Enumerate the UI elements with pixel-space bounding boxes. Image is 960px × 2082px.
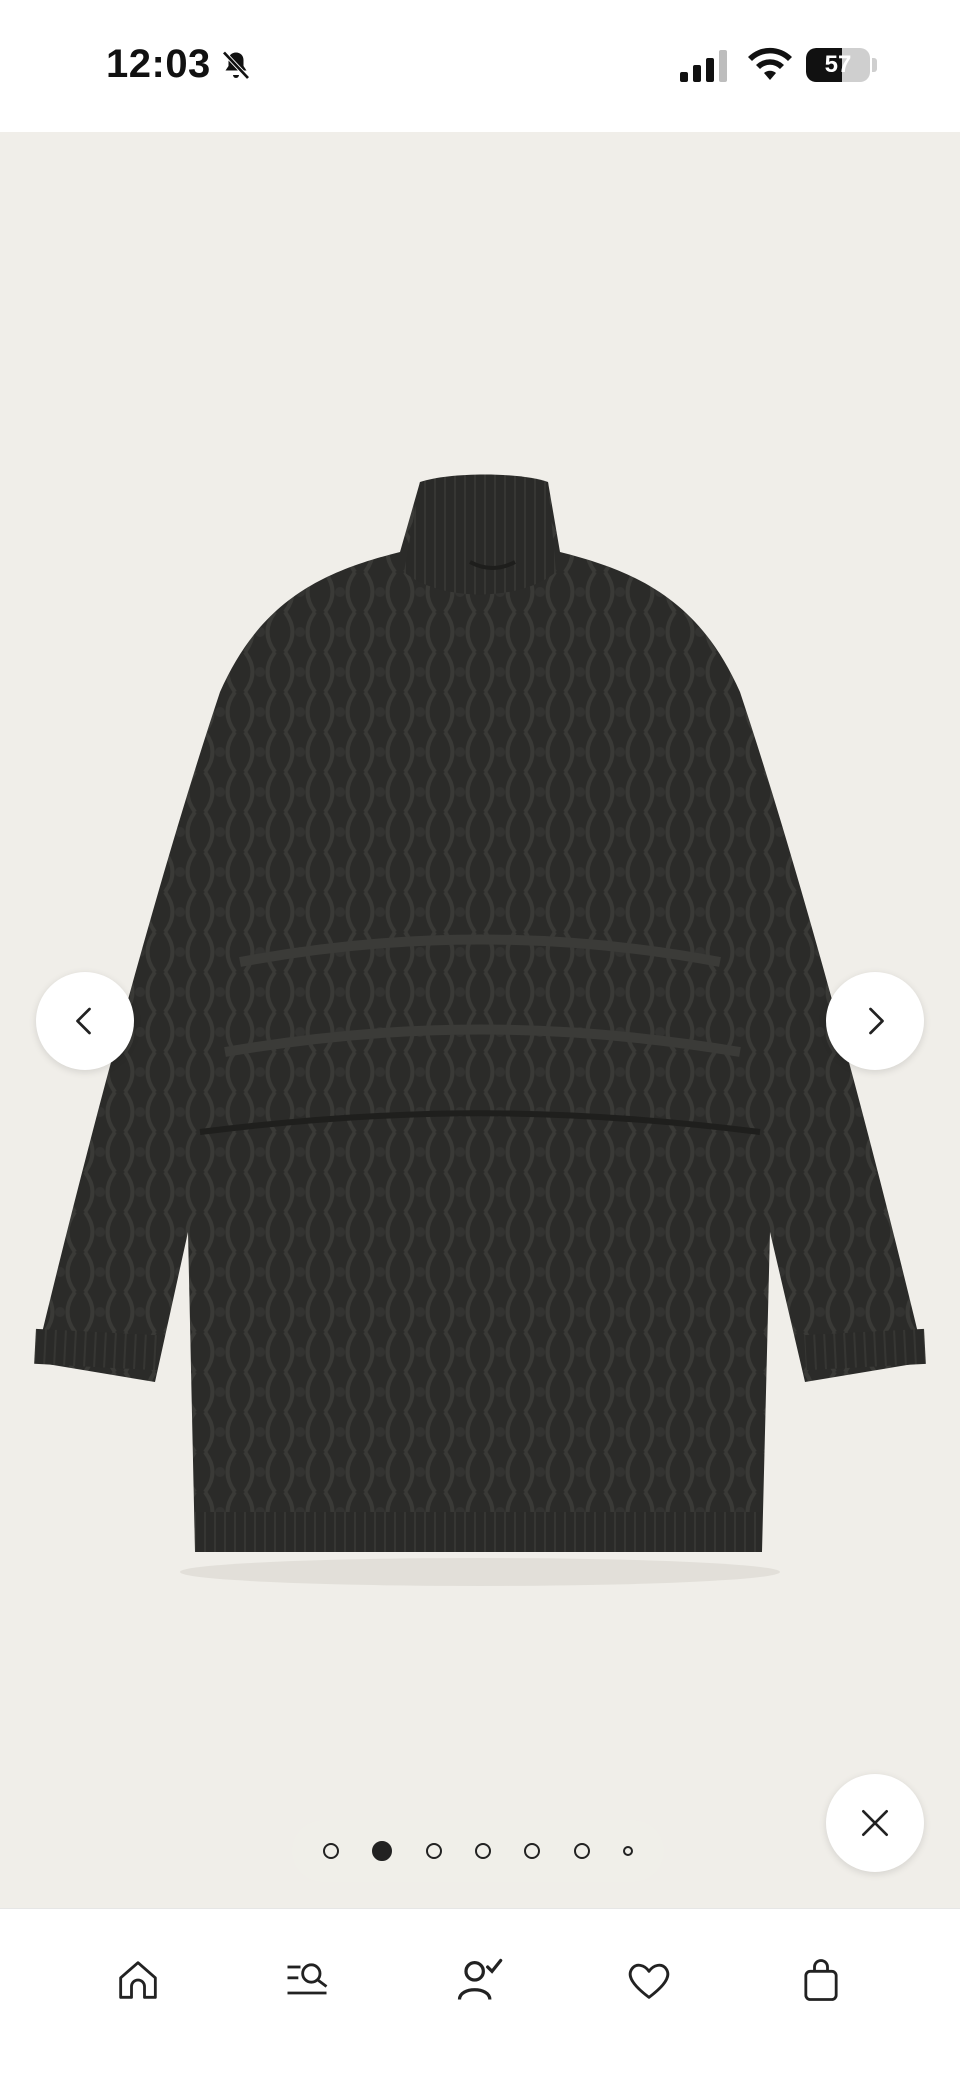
- chevron-left-icon: [76, 1007, 91, 1035]
- tab-favorites[interactable]: [614, 1945, 684, 2015]
- battery-level: 57: [824, 51, 852, 78]
- battery-tip: [872, 58, 877, 72]
- bottom-tab-bar: [0, 1908, 960, 2082]
- pagination-dot[interactable]: [524, 1843, 541, 1859]
- status-bar: 12:03 57: [0, 0, 960, 132]
- wifi-icon: [748, 47, 792, 80]
- pagination-dot[interactable]: [425, 1843, 442, 1859]
- tab-account[interactable]: [444, 1945, 514, 2015]
- shopping-bag-icon: [804, 1959, 838, 2001]
- cellular-signal-icon: [680, 50, 727, 82]
- bell-muted-icon: [222, 50, 250, 80]
- image-pagination: [292, 1820, 664, 1882]
- next-image-button[interactable]: [826, 972, 924, 1070]
- home-icon: [119, 1961, 157, 1999]
- search-list-icon: [287, 1963, 328, 1995]
- status-time: 12:03: [106, 42, 211, 86]
- pagination-dot[interactable]: [322, 1843, 339, 1859]
- close-gallery-button[interactable]: [826, 1774, 924, 1872]
- close-icon: [862, 1810, 888, 1836]
- user-check-icon: [457, 1958, 503, 2000]
- product-image-gallery[interactable]: [0, 132, 960, 1908]
- tab-bag[interactable]: [786, 1945, 856, 2015]
- pagination-dot[interactable]: [474, 1843, 491, 1859]
- heart-icon: [628, 1963, 670, 1999]
- pagination-dot[interactable]: [623, 1846, 634, 1856]
- chevron-right-icon: [869, 1007, 884, 1035]
- previous-image-button[interactable]: [36, 972, 134, 1070]
- tab-search[interactable]: [272, 1945, 342, 2015]
- battery-icon: 57: [806, 48, 870, 82]
- tab-home[interactable]: [103, 1945, 173, 2015]
- pagination-dot-active[interactable]: [372, 1841, 393, 1861]
- sweater-product-image: [34, 474, 926, 1586]
- pagination-dot[interactable]: [573, 1843, 590, 1859]
